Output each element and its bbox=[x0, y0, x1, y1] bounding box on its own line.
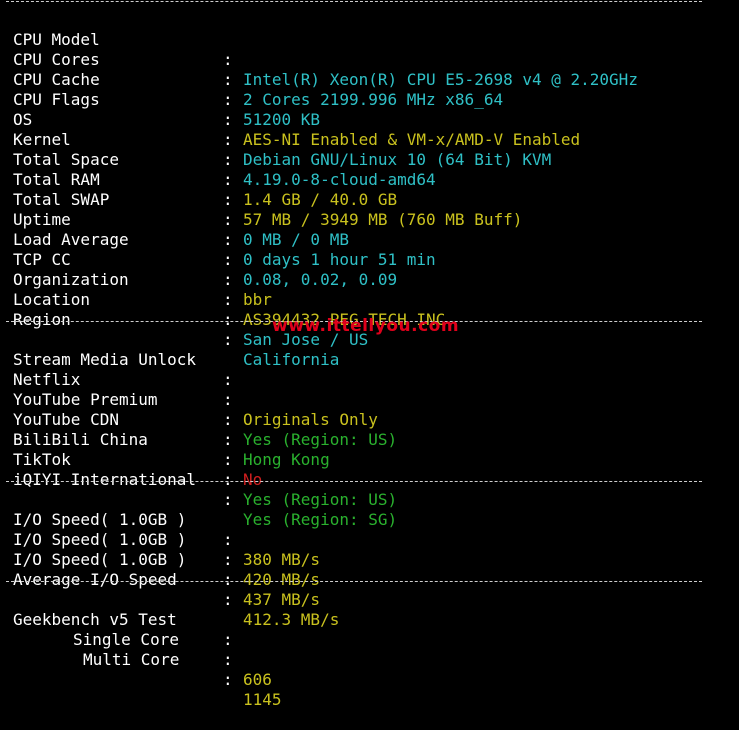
info-row-cpu-cores: CPU Cores : 2 Cores 2199.996 MHz x86_64 bbox=[0, 30, 503, 109]
colon: : bbox=[223, 650, 233, 669]
colon: : bbox=[223, 570, 233, 589]
info-row-kernel: Kernel : 4.19.0-8-cloud-amd64 bbox=[0, 110, 436, 189]
stream-status: Yes (Region: SG) bbox=[243, 510, 398, 529]
io-value: 380 MB/s bbox=[243, 550, 321, 569]
colon: : bbox=[223, 550, 233, 569]
colon: : bbox=[223, 410, 233, 429]
separator-line bbox=[6, 1, 702, 2]
stream-row-iqiyi: iQIYI International : Yes (Region: SG) bbox=[0, 450, 397, 529]
colon: : bbox=[223, 270, 233, 289]
stream-label: iQIYI International bbox=[13, 470, 197, 489]
info-row-total-space: Total Space : 1.4 GB / 40.0 GB bbox=[0, 130, 397, 209]
separator-line bbox=[6, 581, 702, 582]
colon: : bbox=[223, 230, 233, 249]
stream-row-bilibili: BiliBili China : No bbox=[0, 410, 262, 489]
colon: : bbox=[223, 450, 233, 469]
io-value: 437 MB/s bbox=[243, 590, 321, 609]
colon: : bbox=[223, 190, 233, 209]
io-row-run-3: I/O Speed( 1.0GB ) : 437 MB/s bbox=[0, 530, 320, 609]
info-row-load-average: Load Average : 0.08, 0.02, 0.09 bbox=[0, 210, 397, 289]
colon: : bbox=[223, 390, 233, 409]
geekbench-single-value: 606 bbox=[243, 670, 272, 689]
colon: : bbox=[223, 330, 233, 349]
info-row-cpu-model: CPU Model : Intel(R) Xeon(R) CPU E5-2698… bbox=[0, 10, 638, 89]
geekbench-multi-core-row: Multi Core : 1145 bbox=[0, 630, 282, 709]
colon: : bbox=[223, 150, 233, 169]
colon: : bbox=[223, 90, 233, 109]
colon: : bbox=[223, 290, 233, 309]
info-label: Region bbox=[13, 310, 71, 329]
info-row-os: OS : Debian GNU/Linux 10 (64 Bit) KVM bbox=[0, 90, 551, 169]
colon: : bbox=[223, 70, 233, 89]
info-value: California bbox=[243, 350, 340, 369]
geekbench-multi-value: 1145 bbox=[243, 690, 282, 709]
info-value: Intel(R) Xeon(R) CPU E5-2698 v4 @ 2.20GH… bbox=[243, 70, 638, 89]
colon: : bbox=[223, 50, 233, 69]
colon: : bbox=[223, 430, 233, 449]
colon: : bbox=[223, 110, 233, 129]
colon: : bbox=[223, 310, 233, 329]
io-label: Average I/O Speed bbox=[13, 570, 177, 589]
info-row-uptime: Uptime : 0 days 1 hour 51 min bbox=[0, 190, 436, 269]
terminal-window: CPU Model : Intel(R) Xeon(R) CPU E5-2698… bbox=[0, 0, 739, 709]
info-value: 1.4 GB / 40.0 GB bbox=[243, 190, 398, 209]
io-row-run-2: I/O Speed( 1.0GB ) : 420 MB/s bbox=[0, 510, 320, 589]
stream-status: Yes (Region: US) bbox=[243, 490, 398, 509]
stream-row-netflix: Netflix : Originals Only bbox=[0, 350, 378, 429]
io-value: 412.3 MB/s bbox=[243, 610, 340, 629]
info-value: 51200 KB bbox=[243, 110, 321, 129]
stream-status: Hong Kong bbox=[243, 450, 330, 469]
io-row-average: Average I/O Speed : 412.3 MB/s bbox=[0, 550, 339, 629]
stream-row-tiktok: TikTok : Yes (Region: US) bbox=[0, 430, 397, 509]
colon: : bbox=[223, 590, 233, 609]
colon: : bbox=[223, 630, 233, 649]
info-row-total-swap: Total SWAP : 0 MB / 0 MB bbox=[0, 170, 349, 249]
colon: : bbox=[223, 490, 233, 509]
info-value: Debian GNU/Linux 10 (64 Bit) KVM bbox=[243, 150, 552, 169]
info-value: 0.08, 0.02, 0.09 bbox=[243, 270, 398, 289]
colon: : bbox=[223, 250, 233, 269]
info-value: 0 days 1 hour 51 min bbox=[243, 250, 436, 269]
info-value: AES-NI Enabled & VM-x/AMD-V Enabled bbox=[243, 130, 581, 149]
colon: : bbox=[223, 130, 233, 149]
io-row-run-1: I/O Speed( 1.0GB ) : 380 MB/s bbox=[0, 490, 320, 569]
colon: : bbox=[223, 470, 233, 489]
colon: : bbox=[223, 210, 233, 229]
info-row-region: Region : California bbox=[0, 290, 339, 369]
io-value: 420 MB/s bbox=[243, 570, 321, 589]
info-row-location: Location : San Jose / US bbox=[0, 270, 368, 349]
info-value: 57 MB / 3949 MB (760 MB Buff) bbox=[243, 210, 523, 229]
stream-section-title-row: Stream Media Unlock : bbox=[0, 330, 233, 389]
colon: : bbox=[223, 170, 233, 189]
info-row-tcp-cc: TCP CC : bbr bbox=[0, 230, 272, 309]
info-value: 2 Cores 2199.996 MHz x86_64 bbox=[243, 90, 504, 109]
geekbench-single-label: Single Core bbox=[73, 630, 179, 649]
geekbench-title-row: Geekbench v5 Test : bbox=[0, 590, 233, 649]
info-row-cpu-cache: CPU Cache : 51200 KB bbox=[0, 50, 320, 129]
colon: : bbox=[223, 530, 233, 549]
stream-status: Originals Only bbox=[243, 410, 378, 429]
geekbench-multi-label: Multi Core bbox=[83, 650, 180, 669]
colon: : bbox=[223, 370, 233, 389]
colon: : bbox=[223, 670, 233, 689]
stream-status: Yes (Region: US) bbox=[243, 430, 398, 449]
info-value: 0 MB / 0 MB bbox=[243, 230, 349, 249]
info-row-total-ram: Total RAM : 57 MB / 3949 MB (760 MB Buff… bbox=[0, 150, 522, 229]
info-row-organization: Organization : AS394432 PEG TECH INC bbox=[0, 250, 445, 329]
separator-line bbox=[6, 481, 702, 482]
info-value: bbr bbox=[243, 290, 272, 309]
stream-status: No bbox=[243, 470, 263, 489]
watermark-text: www.ittellyou.com bbox=[272, 316, 460, 336]
stream-row-youtube-cdn: YouTube CDN : Hong Kong bbox=[0, 390, 330, 469]
stream-row-youtube-premium: YouTube Premium : Yes (Region: US) bbox=[0, 370, 397, 449]
geekbench-single-core-row: Single Core : 606 bbox=[0, 610, 272, 689]
info-value: 4.19.0-8-cloud-amd64 bbox=[243, 170, 436, 189]
info-row-cpu-flags: CPU Flags : AES-NI Enabled & VM-x/AMD-V … bbox=[0, 70, 580, 149]
